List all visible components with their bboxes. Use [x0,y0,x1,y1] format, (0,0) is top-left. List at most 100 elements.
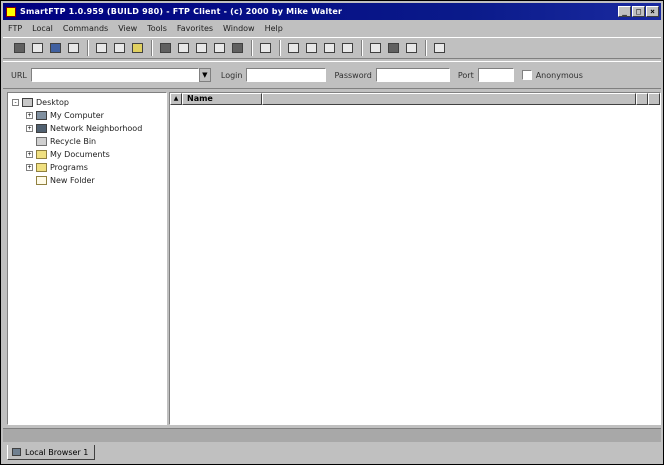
toolbar-connect-button[interactable] [11,40,27,56]
maximize-button[interactable]: □ [632,6,645,17]
small-icons-icon [387,43,399,53]
globe-icon [49,43,61,53]
port-input[interactable] [477,68,514,82]
list-icon [405,43,417,53]
toolbar-print-button[interactable] [157,40,173,56]
tree-item-recycle-bin[interactable]: Recycle Bin [26,135,96,148]
toolbar-view-button[interactable] [93,40,109,56]
toolbar-disconnect-button[interactable] [29,40,45,56]
password-input[interactable] [375,68,450,82]
tree-expander[interactable]: + [26,164,33,171]
password-label: Password [334,70,372,80]
horizontal-splitter[interactable] [3,428,661,442]
bottom-tab-bar: Local Browser 1 [7,445,661,462]
save-icon [231,43,243,53]
tree-item-label: My Computer [50,111,104,120]
login-input[interactable] [246,68,327,82]
toolbar-folder-up-button[interactable] [129,40,145,56]
login-label: Login [220,70,243,80]
toolbar-delete-button[interactable] [257,40,273,56]
stop-icon [67,43,79,53]
toolbar [3,37,661,59]
toolbar-upload-button[interactable] [285,40,301,56]
menu-ftp[interactable]: FTP [3,24,27,33]
toolbar-details-button[interactable] [431,40,447,56]
menu-help[interactable]: Help [260,24,288,33]
delete-icon [259,43,271,53]
menu-favorites[interactable]: Favorites [172,24,218,33]
address-dropdown-arrow[interactable]: ▼ [198,68,211,82]
toolbar-globe-button[interactable] [47,40,63,56]
folder-icon [36,150,47,159]
toolbar-small-icons-button[interactable] [385,40,401,56]
window-title: SmartFTP 1.0.959 (BUILD 980) - FTP Clien… [20,7,343,16]
cut-icon [177,43,189,53]
toolbar-stop-button[interactable] [65,40,81,56]
toolbar-rename-button[interactable] [339,40,355,56]
menu-window[interactable]: Window [218,24,260,33]
menu-bar: FTP Local Commands View Tools Favorites … [3,21,661,35]
local-folder-tree[interactable]: - Desktop + My Computer + Network Neighb… [7,92,167,425]
desktop-icon [22,98,33,107]
toolbar-paste-button[interactable] [211,40,227,56]
column-header-name[interactable]: Name [182,93,262,105]
large-icons-icon [369,43,381,53]
column-header-extra[interactable] [648,93,660,105]
tree-item-label: Programs [50,163,88,172]
toolbar-refresh-button[interactable] [321,40,337,56]
tree-item-programs[interactable]: + Programs [26,161,88,174]
app-icon[interactable] [6,6,16,17]
port-label: Port [457,70,474,80]
tab-label: Local Browser 1 [25,447,89,457]
window-icon [95,43,107,53]
tree-expander-spacer [26,138,33,145]
tree-item-desktop[interactable]: - Desktop [12,96,69,109]
toolbar-download-button[interactable] [303,40,319,56]
title-bar[interactable]: SmartFTP 1.0.959 (BUILD 980) - FTP Clien… [3,3,661,20]
tree-expander[interactable]: + [26,151,33,158]
address-label: URL [11,70,27,80]
caption-buttons: _ □ × [618,6,659,17]
local-file-list[interactable]: ▲ Name [169,92,661,425]
toolbar-copy-button[interactable] [193,40,209,56]
tree-item-label: Recycle Bin [50,137,97,146]
sort-arrow-icon[interactable]: ▲ [170,93,182,105]
toolbar-view2-button[interactable] [111,40,127,56]
close-button[interactable]: × [646,6,659,17]
anonymous-label: Anonymous [535,70,583,80]
toolbar-separator [279,40,281,56]
column-header-row: ▲ Name [170,93,660,105]
print-icon [159,43,171,53]
toolbar-separator [151,40,153,56]
address-input[interactable] [30,68,199,82]
menu-view[interactable]: View [113,24,142,33]
tree-expander[interactable]: - [12,99,19,106]
tree-item-network-neighborhood[interactable]: + Network Neighborhood [26,122,142,135]
tree-expander[interactable]: + [26,125,33,132]
anonymous-checkbox[interactable] [521,70,532,80]
connect-icon [13,43,25,53]
tree-item-my-computer[interactable]: + My Computer [26,109,104,122]
toolbar-cut-button[interactable] [175,40,191,56]
tree-item-my-documents[interactable]: + My Documents [26,148,110,161]
tree-expander[interactable]: + [26,112,33,119]
folder-up-icon [131,43,143,53]
menu-tools[interactable]: Tools [142,24,172,33]
tab-local-browser[interactable]: Local Browser 1 [7,445,96,460]
toolbar-save-button[interactable] [229,40,245,56]
tree-item-new-folder[interactable]: New Folder [26,174,95,187]
recycle-bin-icon [36,137,47,146]
refresh-icon [323,43,335,53]
toolbar-large-icons-button[interactable] [367,40,383,56]
tree-item-label: Network Neighborhood [50,124,143,133]
column-header-extra[interactable] [636,93,648,105]
folder-icon [36,176,47,185]
download-icon [305,43,317,53]
tree-item-label: Desktop [36,98,69,107]
tree-item-label: My Documents [50,150,110,159]
rename-icon [341,43,353,53]
menu-local[interactable]: Local [27,24,58,33]
toolbar-list-button[interactable] [403,40,419,56]
minimize-button[interactable]: _ [618,6,631,17]
menu-commands[interactable]: Commands [58,24,113,33]
